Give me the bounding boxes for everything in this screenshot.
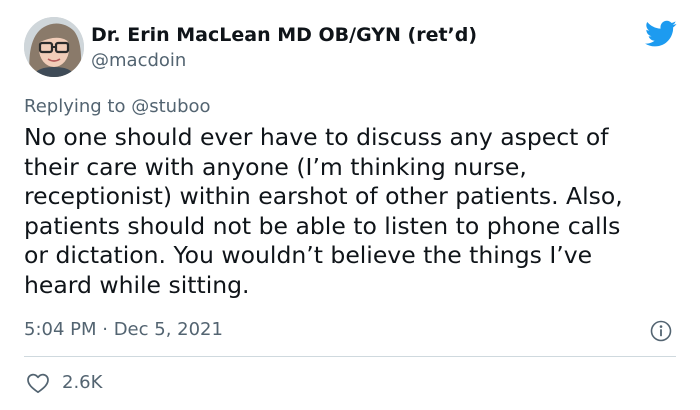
author-handle[interactable]: @macdoin (91, 50, 186, 72)
twitter-bird-icon[interactable] (645, 20, 677, 48)
replying-to: Replying to @stuboo (24, 95, 211, 119)
replying-to-label: Replying to (24, 96, 126, 117)
tweet-text: No one should ever have to discuss any a… (24, 123, 684, 300)
avatar[interactable] (24, 17, 84, 77)
tweet-text-line: heard while sitting. (24, 270, 250, 299)
tweet-card: Dr. Erin MacLean MD OB/GYN (ret’d) @macd… (0, 0, 700, 410)
divider (24, 356, 676, 357)
tweet-timestamp[interactable]: 5:04 PM · Dec 5, 2021 (24, 318, 223, 342)
heart-icon[interactable] (26, 372, 50, 394)
tweet-text-line: patients should not be able to listen to… (24, 211, 621, 240)
tweet-text-line: No one should ever have to discuss any a… (24, 123, 609, 151)
avatar-photo (24, 17, 84, 77)
author-display-name[interactable]: Dr. Erin MacLean MD OB/GYN (ret’d) (91, 23, 477, 47)
info-icon[interactable] (650, 320, 672, 342)
tweet-text-line: or dictation. You wouldn’t believe the t… (24, 241, 593, 269)
tweet-text-line: their care with anyone (I’m thinking nur… (24, 152, 527, 181)
reply-mention-link[interactable]: @stuboo (131, 96, 210, 117)
like-count[interactable]: 2.6K (62, 371, 102, 395)
tweet-text-line: receptionist) within earshot of other pa… (24, 182, 623, 210)
